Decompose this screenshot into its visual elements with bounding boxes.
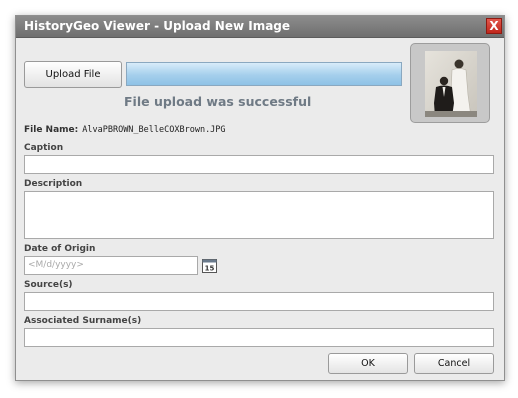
description-label: Description [24, 179, 83, 189]
calendar-day-text: 15 [205, 265, 215, 273]
upload-progress-fill [127, 63, 401, 85]
image-thumbnail [410, 43, 490, 123]
surnames-label: Associated Surname(s) [24, 316, 142, 326]
date-of-origin-label: Date of Origin [24, 244, 96, 254]
title-bar[interactable]: HistoryGeo Viewer - Upload New Image X [16, 16, 504, 38]
ok-button[interactable]: OK [328, 353, 408, 374]
upload-file-button[interactable]: Upload File [24, 61, 122, 88]
sources-input[interactable] [24, 292, 494, 311]
upload-status-text: File upload was successful [124, 94, 312, 109]
caption-input[interactable] [24, 155, 494, 174]
date-of-origin-input[interactable]: <M/d/yyyy> [24, 256, 198, 275]
upload-progress-bar [126, 62, 402, 86]
sources-label: Source(s) [24, 280, 73, 290]
caption-label: Caption [24, 143, 64, 153]
calendar-icon[interactable]: 15 [202, 258, 217, 273]
file-name-value: AlvaPBROWN_BelleCOXBrown.JPG [82, 125, 226, 135]
cancel-button[interactable]: Cancel [414, 353, 494, 374]
dialog-title: HistoryGeo Viewer - Upload New Image [24, 19, 291, 33]
file-name-row: File Name: AlvaPBROWN_BelleCOXBrown.JPG [24, 125, 226, 135]
description-textarea[interactable] [24, 191, 494, 239]
upload-image-dialog: HistoryGeo Viewer - Upload New Image X U… [15, 15, 505, 381]
close-button[interactable]: X [486, 18, 502, 34]
surnames-input[interactable] [24, 328, 494, 347]
uploaded-photo [425, 51, 477, 117]
file-name-label: File Name: [24, 125, 79, 135]
